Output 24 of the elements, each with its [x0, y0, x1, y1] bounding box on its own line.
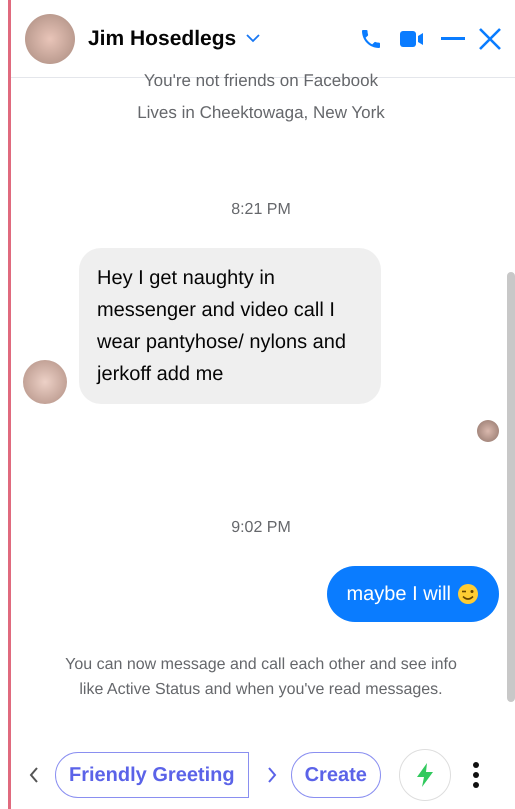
chevron-left-icon[interactable]: [29, 767, 39, 783]
avatar[interactable]: [23, 360, 67, 404]
lightning-button[interactable]: [398, 749, 451, 801]
timestamp: 9:02 PM: [231, 518, 291, 538]
chevron-down-icon[interactable]: [246, 34, 260, 43]
profile-info-text: You're not friends on Facebook: [144, 70, 378, 92]
profile-info-text: Lives in Cheektowaga, New York: [137, 102, 385, 124]
message-bubble: Hey I get naughty in messenger and video call I wear pantyhose/ nylons and jerkoff add me: [79, 248, 381, 404]
timestamp: 8:21 PM: [231, 200, 291, 220]
lightning-icon: [414, 763, 435, 787]
video-camera-icon[interactable]: [399, 28, 425, 48]
minimize-icon[interactable]: [441, 36, 465, 40]
more-options-icon[interactable]: [472, 762, 479, 788]
contact-name[interactable]: Jim Hosedlegs: [88, 22, 236, 54]
winking-face-icon: [457, 583, 479, 605]
seen-avatar-icon: [477, 420, 499, 442]
scrollbar[interactable]: [507, 272, 515, 702]
suggestion-chip[interactable]: Friendly Greeting: [55, 752, 249, 798]
chevron-right-icon[interactable]: [266, 767, 277, 783]
notice-text: You can now message and call each other and see info like Active Status and when you've read messages.: [64, 655, 458, 700]
message-bubble: maybe I will: [326, 566, 499, 622]
suggestion-chip[interactable]: Create: [290, 752, 381, 798]
close-icon[interactable]: [479, 28, 501, 50]
avatar[interactable]: [25, 14, 75, 64]
